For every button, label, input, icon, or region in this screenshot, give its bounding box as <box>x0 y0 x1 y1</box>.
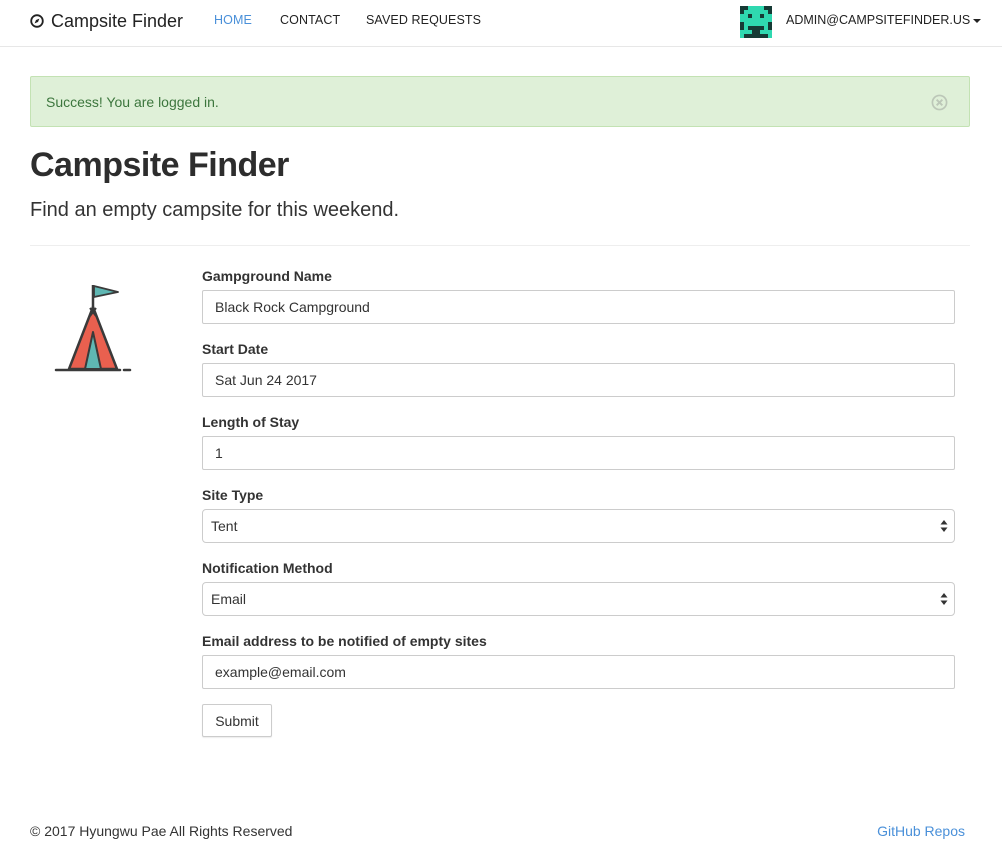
length-of-stay-input[interactable] <box>202 436 955 470</box>
user-menu-dropdown[interactable]: ADMIN@CAMPSITEFINDER.US <box>786 13 982 27</box>
page-subtitle: Find an empty campsite for this weekend. <box>30 199 400 221</box>
brand-link[interactable]: Campsite Finder <box>30 10 183 32</box>
divider <box>30 245 970 246</box>
submit-button[interactable]: Submit <box>202 704 272 737</box>
email-input[interactable] <box>202 655 955 689</box>
navbar: Campsite Finder HOME CONTACT SAVED REQUE… <box>0 0 1002 47</box>
notification-method-select[interactable]: Email <box>202 582 955 616</box>
user-menu-label: ADMIN@CAMPSITEFINDER.US <box>786 13 971 27</box>
site-type-value: Tent <box>211 518 238 534</box>
brand-label: Campsite Finder <box>51 10 184 31</box>
alert-message: Success! You are logged in. <box>46 94 219 110</box>
page-title: Campsite Finder <box>30 146 289 184</box>
avatar[interactable] <box>740 6 772 38</box>
compass-icon <box>30 14 44 28</box>
select-arrows-icon <box>940 520 948 532</box>
campground-name-input[interactable] <box>202 290 955 324</box>
footer-copyright: © 2017 Hyungwu Pae All Rights Reserved <box>30 823 293 839</box>
nav-contact[interactable]: CONTACT <box>280 13 340 27</box>
site-type-label: Site Type <box>202 487 264 503</box>
length-of-stay-label: Length of Stay <box>202 414 300 430</box>
nav-home[interactable]: HOME <box>214 13 252 27</box>
site-type-select[interactable]: Tent <box>202 509 955 543</box>
notification-method-label: Notification Method <box>202 560 333 576</box>
github-repos-link[interactable]: GitHub Repos <box>877 823 965 839</box>
select-arrows-icon <box>940 593 948 605</box>
start-date-input[interactable] <box>202 363 955 397</box>
caret-down-icon <box>973 19 982 23</box>
notification-method-value: Email <box>211 591 247 607</box>
email-label: Email address to be notified of empty si… <box>202 633 487 649</box>
start-date-label: Start Date <box>202 341 269 357</box>
close-icon[interactable] <box>931 94 948 111</box>
tent-icon <box>54 285 132 372</box>
success-alert: Success! You are logged in. <box>30 76 970 127</box>
campground-name-label: Gampground Name <box>202 268 332 284</box>
nav-saved-requests[interactable]: SAVED REQUESTS <box>366 13 481 27</box>
